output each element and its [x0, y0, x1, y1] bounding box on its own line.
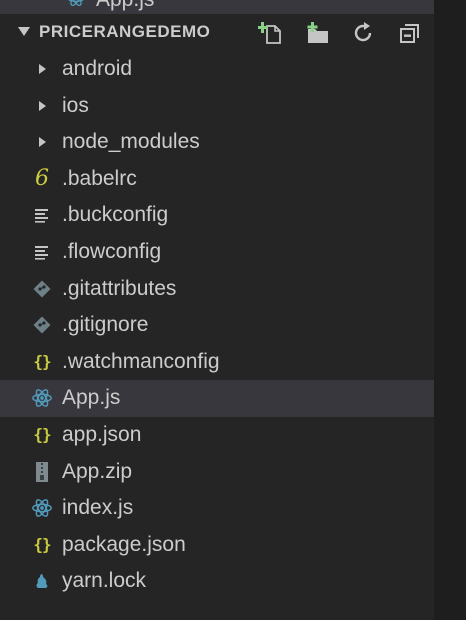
tree-item-label: .buckconfig: [62, 203, 169, 227]
tree-item-label: App.js: [62, 386, 121, 410]
tree-item-label: index.js: [62, 496, 134, 520]
json-braces-icon: {}: [33, 352, 51, 372]
tree-item-ios[interactable]: ios: [0, 88, 434, 125]
react-icon: [30, 386, 54, 410]
tree-item-package-json[interactable]: {} package.json: [0, 527, 434, 564]
new-file-icon: [258, 22, 281, 44]
tree-item-label: package.json: [62, 532, 186, 556]
tree-item-label: App.zip: [62, 459, 133, 483]
tree-item-index-js[interactable]: index.js: [0, 490, 434, 527]
tree-item-gitignore[interactable]: .gitignore: [0, 307, 434, 344]
tree-item-label: ios: [62, 93, 89, 117]
refresh-button[interactable]: [350, 20, 376, 46]
refresh-icon: [354, 22, 372, 42]
tree-item-gitattributes[interactable]: .gitattributes: [0, 271, 434, 308]
project-title: PRICERANGEDEMO: [39, 22, 211, 41]
tree-item-app-js[interactable]: App.js: [0, 380, 434, 417]
tree-item-yarn-lock[interactable]: yarn.lock: [0, 563, 434, 600]
tree-item-label: .babelrc: [62, 166, 137, 190]
yarn-icon: [30, 569, 54, 593]
tree-item-label: .gitattributes: [62, 276, 177, 300]
editor-gutter: [434, 0, 466, 620]
json-braces-icon: {}: [33, 425, 51, 445]
babel-icon: 6: [35, 165, 49, 191]
git-icon: [30, 313, 54, 337]
react-icon: [66, 0, 86, 8]
tree-item-label: node_modules: [62, 130, 200, 154]
tree-item-flowconfig[interactable]: .flowconfig: [0, 234, 434, 271]
new-folder-button[interactable]: [305, 20, 331, 46]
react-icon: [30, 496, 54, 520]
chevron-down-icon[interactable]: [18, 27, 30, 36]
open-editor-row[interactable]: App.js: [0, 0, 434, 14]
tree-item-label: android: [62, 57, 133, 80]
new-file-button[interactable]: [258, 20, 284, 46]
collapse-all-icon: [400, 24, 419, 43]
tree-item-node-modules[interactable]: node_modules: [0, 124, 434, 161]
tree-item-app-json[interactable]: {} app.json: [0, 417, 434, 454]
collapse-all-button[interactable]: [397, 20, 423, 46]
chevron-right-icon[interactable]: [39, 100, 46, 111]
tree-item-babelrc[interactable]: 6 .babelrc: [0, 161, 434, 198]
json-braces-icon: {}: [33, 535, 51, 555]
tree-item-label: .gitignore: [62, 313, 149, 337]
tree-item-buckconfig[interactable]: .buckconfig: [0, 197, 434, 234]
open-editor-label: App.js: [96, 0, 154, 12]
git-icon: [30, 277, 54, 301]
project-section-header[interactable]: PRICERANGEDEMO: [0, 14, 434, 50]
tree-item-label: .watchmanconfig: [62, 349, 220, 373]
config-lines-icon: [30, 240, 54, 264]
tree-item-label: yarn.lock: [62, 569, 147, 593]
file-explorer-panel: App.js PRICERANGEDEMO: [0, 0, 466, 620]
tree-item-android[interactable]: android: [0, 51, 434, 88]
tree-item-label: .flowconfig: [62, 239, 162, 263]
new-folder-icon: [307, 22, 328, 43]
config-lines-icon: [30, 203, 54, 227]
tree-item-app-zip[interactable]: App.zip: [0, 454, 434, 491]
file-tree: android ios node_modules 6 .babelrc .buc…: [0, 51, 434, 600]
chevron-right-icon[interactable]: [39, 137, 46, 148]
tree-item-label: app.json: [62, 422, 142, 446]
zip-icon: [30, 460, 54, 484]
chevron-right-icon[interactable]: [39, 64, 46, 74]
tree-item-watchmanconfig[interactable]: {} .watchmanconfig: [0, 344, 434, 381]
